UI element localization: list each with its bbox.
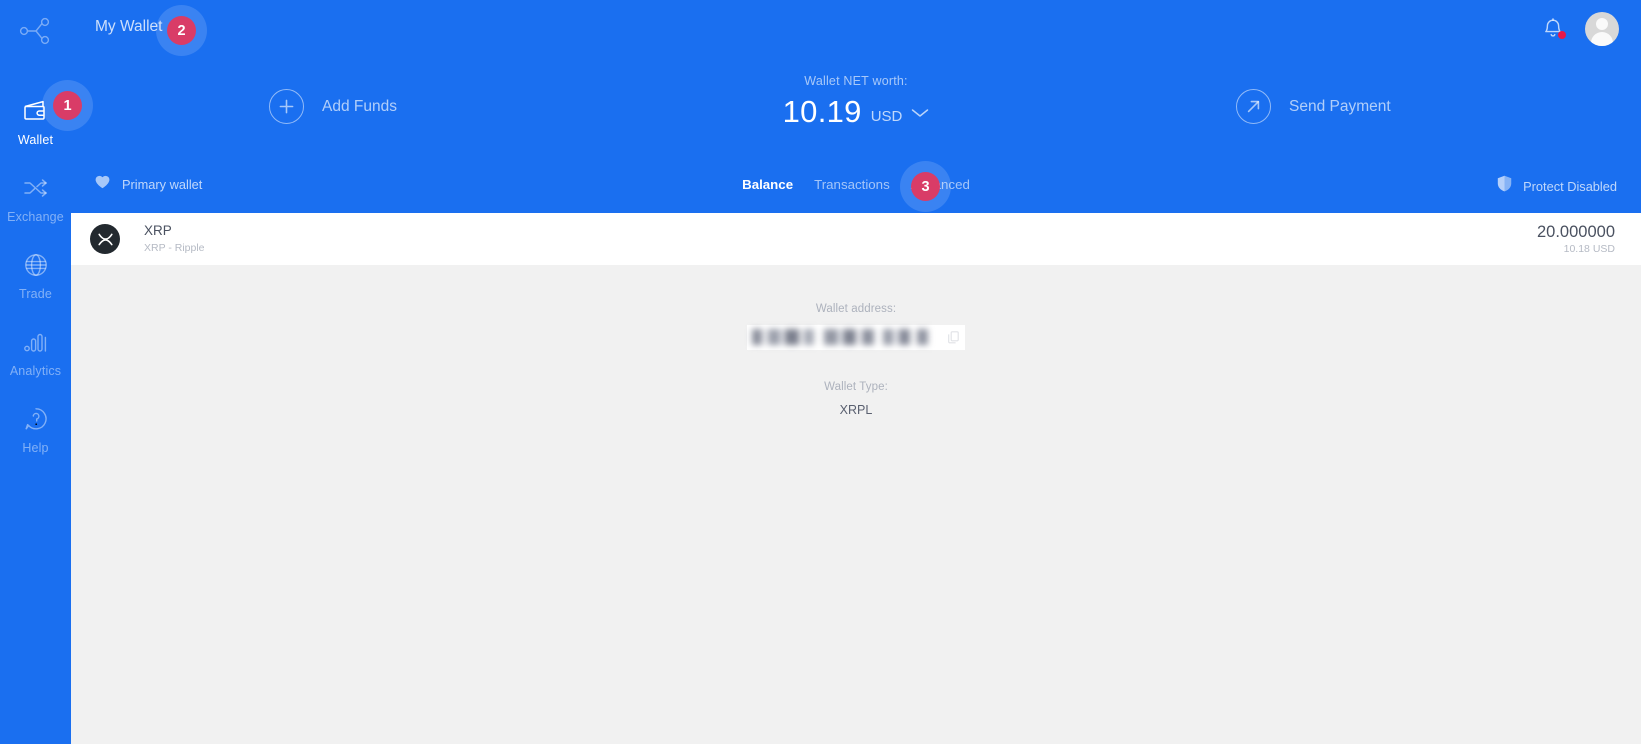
net-worth-currency: USD bbox=[870, 108, 903, 125]
send-payment-button[interactable]: Send Payment bbox=[1236, 89, 1391, 124]
wallet-address-label: Wallet address: bbox=[815, 303, 897, 315]
asset-amount: 20.000000 bbox=[1537, 222, 1615, 241]
wallet-type-label: Wallet Type: bbox=[824, 381, 888, 393]
protect-status-label: Protect Disabled bbox=[1523, 178, 1617, 194]
copy-icon[interactable] bbox=[948, 331, 959, 344]
wallet-address-redacted-value bbox=[752, 329, 937, 345]
wallet-address-field[interactable] bbox=[747, 325, 965, 350]
xrp-logo-icon bbox=[90, 224, 120, 254]
currency-chevron-down-icon[interactable] bbox=[911, 105, 929, 127]
wallet-detail-panel: Wallet address: Wallet Type: XRPL bbox=[71, 265, 1641, 744]
asset-full-name: XRP - Ripple bbox=[144, 241, 205, 254]
hero-row: Add Funds Wallet NET worth: 10.19 USD Se… bbox=[71, 60, 1641, 156]
sidebar-item-exchange[interactable]: Exchange bbox=[0, 173, 71, 224]
app-logo[interactable] bbox=[11, 8, 61, 54]
arrow-up-right-circle-icon bbox=[1236, 89, 1271, 124]
wallet-type-value: XRPL bbox=[839, 403, 873, 417]
wallet-selector-label: My Wallet bbox=[95, 18, 163, 35]
shield-icon bbox=[1497, 175, 1512, 197]
wallet-tabs: Balance Transactions Advanced bbox=[71, 177, 1641, 192]
top-bar: My Wallet bbox=[71, 0, 1641, 60]
sidebar-item-help[interactable]: Help bbox=[0, 404, 71, 455]
sidebar-item-trade[interactable]: Trade bbox=[0, 250, 71, 301]
top-bar-right bbox=[1543, 12, 1619, 46]
globe-icon bbox=[24, 250, 48, 280]
sidebar-item-label: Trade bbox=[19, 287, 52, 301]
sidebar-item-analytics[interactable]: Analytics bbox=[0, 327, 71, 378]
avatar-body bbox=[1591, 32, 1613, 46]
net-worth-value-row[interactable]: 10.19 USD bbox=[71, 96, 1641, 127]
notification-unread-dot bbox=[1558, 31, 1566, 39]
protect-status[interactable]: Protect Disabled bbox=[1497, 175, 1617, 197]
main-content: My Wallet Add Funds Wallet NET worth: 10… bbox=[71, 0, 1641, 744]
annotation-badge-2: 2 bbox=[156, 5, 207, 56]
sub-nav-row: Primary wallet Balance Transactions Adva… bbox=[71, 156, 1641, 213]
asset-amounts: 20.000000 10.18 USD bbox=[1537, 223, 1615, 256]
exchange-icon bbox=[23, 173, 49, 203]
notifications-button[interactable] bbox=[1543, 18, 1566, 40]
tab-transactions[interactable]: Transactions bbox=[814, 177, 890, 192]
help-icon bbox=[24, 404, 48, 434]
net-worth-label: Wallet NET worth: bbox=[804, 74, 908, 88]
app-root: Wallet Exchange Trade Analytics Help My … bbox=[0, 0, 1641, 744]
asset-fiat-value: 10.18 USD bbox=[1563, 243, 1615, 256]
sidebar-item-label: Exchange bbox=[7, 210, 64, 224]
sidebar-item-label: Help bbox=[22, 441, 49, 455]
avatar-head bbox=[1596, 18, 1608, 30]
asset-row-xrp[interactable]: XRP XRP - Ripple 20.000000 10.18 USD bbox=[71, 213, 1641, 265]
net-worth-amount: 10.19 bbox=[782, 94, 862, 129]
annotation-badge-1: 1 bbox=[42, 80, 93, 131]
asset-symbol: XRP bbox=[144, 222, 172, 238]
sidebar-item-label: Wallet bbox=[17, 133, 54, 147]
send-payment-label: Send Payment bbox=[1289, 97, 1391, 115]
sidebar-item-label: Analytics bbox=[9, 364, 62, 378]
asset-meta: XRP XRP - Ripple bbox=[144, 223, 205, 255]
bar-chart-icon bbox=[23, 327, 48, 357]
annotation-badge-3: 3 bbox=[900, 161, 951, 212]
tab-balance[interactable]: Balance bbox=[742, 177, 793, 192]
user-avatar[interactable] bbox=[1585, 12, 1619, 46]
net-worth-block: Wallet NET worth: 10.19 USD bbox=[71, 74, 1641, 127]
